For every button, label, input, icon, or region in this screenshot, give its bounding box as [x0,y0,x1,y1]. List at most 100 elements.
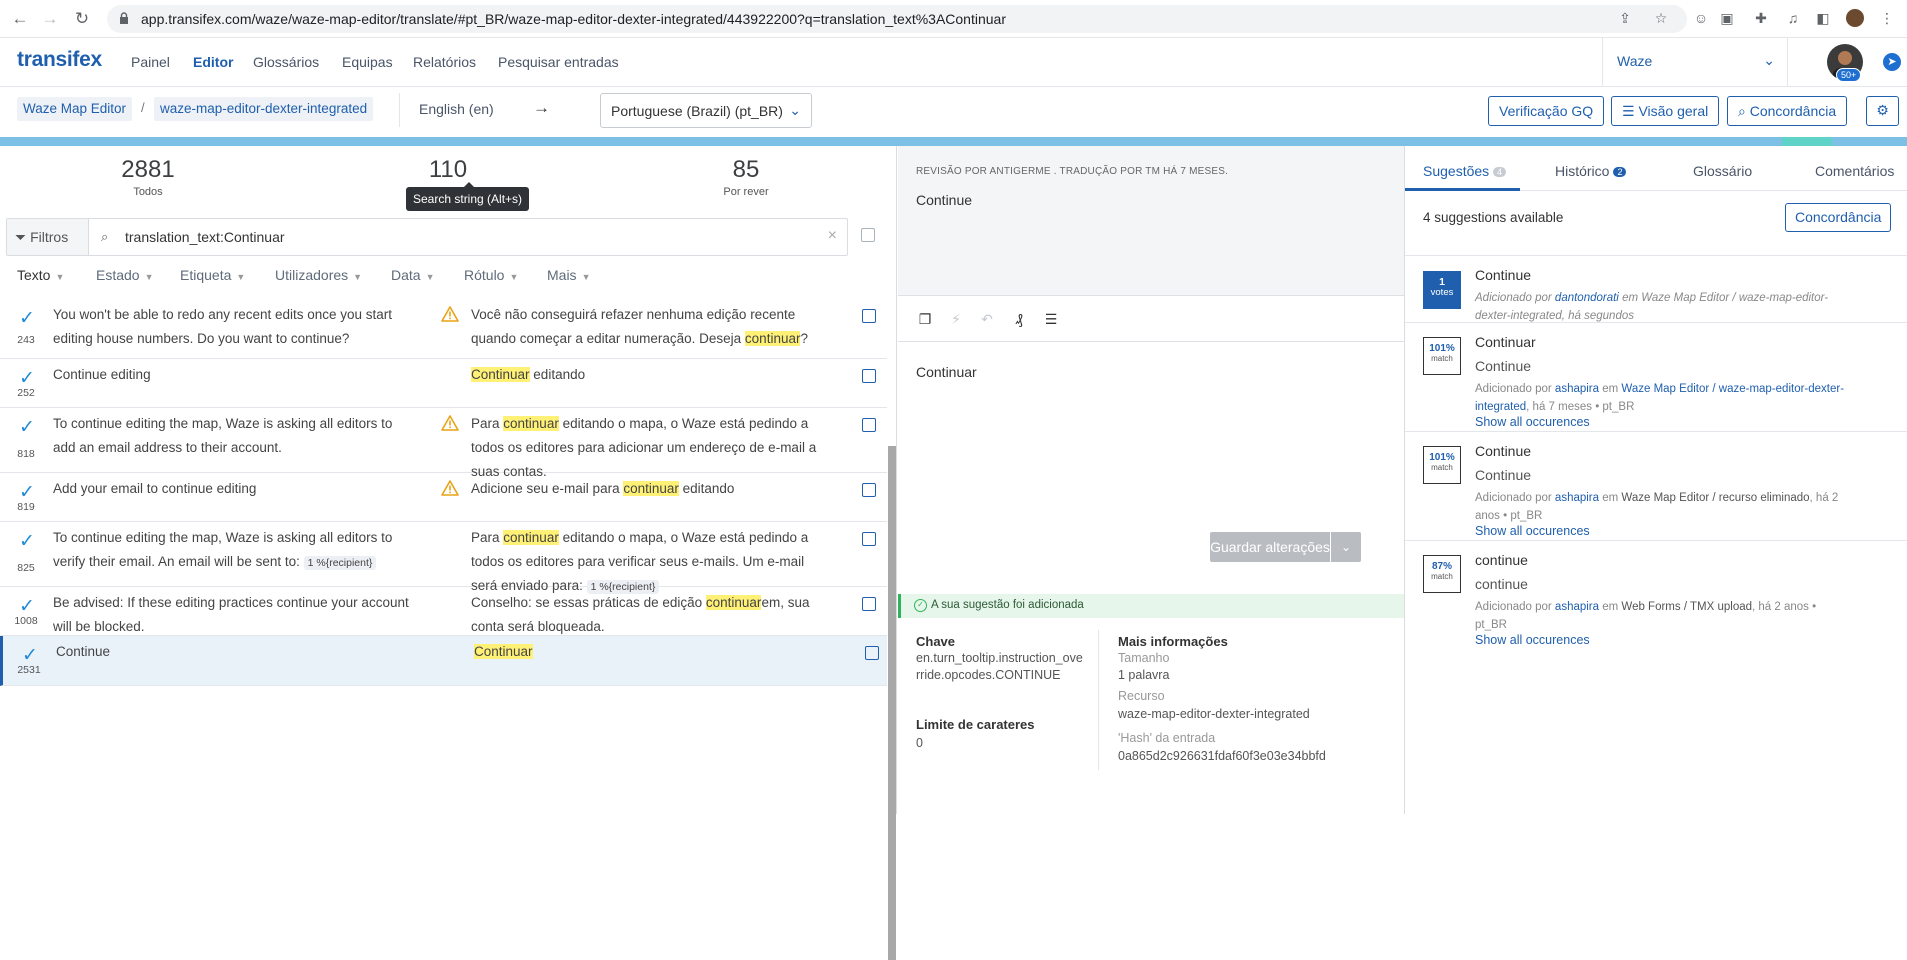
chevron-down-icon[interactable]: ⌄ [1331,532,1361,562]
suggestion-item[interactable]: 101% match Continuar Continue Adicionado … [1405,322,1907,431]
translation-text[interactable]: Você não conseguirá refazer nenhuma ediç… [471,303,831,351]
filter-etiqueta[interactable]: Etiqueta ▼ [180,267,245,283]
back-icon[interactable]: ← [10,9,30,29]
limit-value: 0 [916,736,923,750]
puzzle-icon[interactable]: ✚ [1752,9,1770,27]
filter-texto[interactable]: Texto ▼ [17,267,64,283]
tab-sugestoes[interactable]: Sugestões 4 [1423,163,1507,179]
table-row[interactable]: ✓ 243 You won't be able to redo any recent… [0,299,887,359]
lightning-icon[interactable]: ⚡ [947,310,965,328]
active-tab-indicator [1405,188,1520,191]
warning-icon[interactable] [441,480,459,496]
tab-comentarios[interactable]: Comentários [1815,163,1894,179]
concordance-button[interactable]: ⌕ Concordância [1727,96,1848,126]
translation-text[interactable]: Continuar editando [471,363,831,387]
row-checkbox[interactable] [862,597,876,611]
user-link[interactable]: ashapira [1555,492,1599,504]
address-bar[interactable]: app.transifex.com/waze/waze-map-editor/t… [107,5,1687,33]
tab-historico[interactable]: Histórico 2 [1555,163,1627,179]
extension-icon[interactable]: ☺ [1692,9,1710,27]
table-row[interactable]: ✓ 825 To continue editing the map, Waze is… [0,522,887,594]
nav-painel[interactable]: Painel [131,54,170,70]
select-all-checkbox[interactable] [861,228,875,242]
tab-sugestoes-label: Sugestões [1423,163,1490,179]
nav-equipas[interactable]: Equipas [342,54,393,70]
filter-rotulo[interactable]: Rótulo ▼ [464,267,518,283]
source-text: To continue editing the map, Waze is ask… [53,412,413,460]
suggestion-item[interactable]: 101% match Continue Continue Adicionado p… [1405,431,1907,540]
nav-relatorios[interactable]: Relatórios [413,54,476,70]
match-badge: 101% match [1423,337,1461,375]
menu-icon[interactable]: ⋮ [1878,9,1896,27]
translation-text[interactable]: Adicione seu e-mail para continuar edita… [471,477,831,501]
stat-middle[interactable]: 110 [408,156,488,184]
compass-icon[interactable]: ➤ [1883,53,1901,71]
user-link[interactable]: dantondorati [1555,292,1619,304]
row-checkbox[interactable] [865,646,879,660]
translation-text[interactable]: Conselho: se essas práticas de edição co… [471,591,831,639]
undo-icon[interactable]: ↶ [978,310,996,328]
warning-icon[interactable] [441,306,459,322]
row-checkbox[interactable] [862,418,876,432]
filters-button[interactable]: ⏷ Filtros [7,219,89,255]
nav-glossarios[interactable]: Glossários [253,54,319,70]
table-row[interactable]: ✓ 819 Add your email to continue editing Ad… [0,473,887,522]
close-icon[interactable]: × [828,227,837,245]
check-icon: ✓ [19,308,35,329]
save-button[interactable]: Guardar alterações [1210,532,1330,562]
stat-review[interactable]: 85 Por rever [706,156,786,198]
votes-badge[interactable]: 1 votes [1423,271,1461,309]
settings-button[interactable]: ⚙ [1866,96,1899,126]
search-input[interactable]: translation_text:Continuar [125,229,285,245]
profile-avatar[interactable] [1846,9,1864,27]
breadcrumb-project[interactable]: Waze Map Editor [17,97,133,121]
tab-glossario[interactable]: Glossário [1693,163,1752,179]
show-all-link[interactable]: Show all occurences [1475,415,1590,429]
target-language-select[interactable]: Portuguese (Brazil) (pt_BR) ⌄ [600,93,812,128]
show-all-link[interactable]: Show all occurences [1475,633,1590,647]
suggestion-item[interactable]: 87% match continue continue Adicionado po… [1405,540,1907,652]
media-icon[interactable]: ♫ [1784,9,1802,27]
table-row[interactable]: ✓ 1008 Be advised: If these editing practi… [0,587,887,636]
logo[interactable]: transifex [17,48,102,72]
stat-all[interactable]: 2881 Todos [108,156,188,198]
filter-data[interactable]: Data ▼ [391,267,435,283]
copy-icon[interactable]: ❐ [916,310,934,328]
row-checkbox[interactable] [862,309,876,323]
extension-icon[interactable]: ▣ [1718,9,1736,27]
star-icon[interactable]: ☆ [1652,9,1670,27]
user-link[interactable]: ashapira [1555,601,1599,613]
table-row[interactable]: ✓ 818 To continue editing the map, Waze is… [0,408,887,479]
scrollbar[interactable] [888,446,896,960]
overview-button[interactable]: ☰ Visão geral [1611,96,1720,126]
nav-pesquisar[interactable]: Pesquisar entradas [498,54,619,70]
org-selector[interactable]: Waze ⌄ [1602,38,1788,87]
suggestion-source: Continue [1475,358,1532,374]
table-row[interactable]: ✓ 2531 Continue Continuar [0,636,887,686]
forward-icon[interactable]: → [40,9,60,29]
share-icon[interactable]: ⇪ [1616,9,1634,27]
row-checkbox[interactable] [862,532,876,546]
breadcrumb-resource[interactable]: waze-map-editor-dexter-integrated [154,97,374,121]
qa-check-button[interactable]: Verificação GQ [1488,96,1605,126]
user-link[interactable]: ashapira [1555,383,1599,395]
filter-mais[interactable]: Mais ▼ [547,267,590,283]
success-text: A sua sugestão foi adicionada [931,599,1084,611]
show-all-link[interactable]: Show all occurences [1475,524,1590,538]
translation-editor[interactable]: Continuar [916,364,977,380]
translation-text[interactable]: Continuar [474,640,834,664]
row-checkbox[interactable] [862,483,876,497]
filter-utilizadores[interactable]: Utilizadores ▼ [275,267,362,283]
filter-estado[interactable]: Estado ▼ [96,267,154,283]
row-checkbox[interactable] [862,369,876,383]
warning-icon[interactable] [441,415,459,431]
match-label: match [1431,354,1453,363]
table-row[interactable]: ✓ 252 Continue editing Continuar editando [0,359,887,408]
special-chars-icon[interactable]: ₰ [1010,310,1028,328]
suggestion-item[interactable]: 1 votes Continue Adicionado por dantondor… [1405,255,1907,322]
sidepanel-icon[interactable]: ◧ [1814,9,1832,27]
nav-editor[interactable]: Editor [193,54,233,70]
concordance-button[interactable]: Concordância [1785,203,1892,232]
search-text-icon[interactable]: ☰ [1042,310,1060,328]
reload-icon[interactable]: ↻ [72,9,92,29]
